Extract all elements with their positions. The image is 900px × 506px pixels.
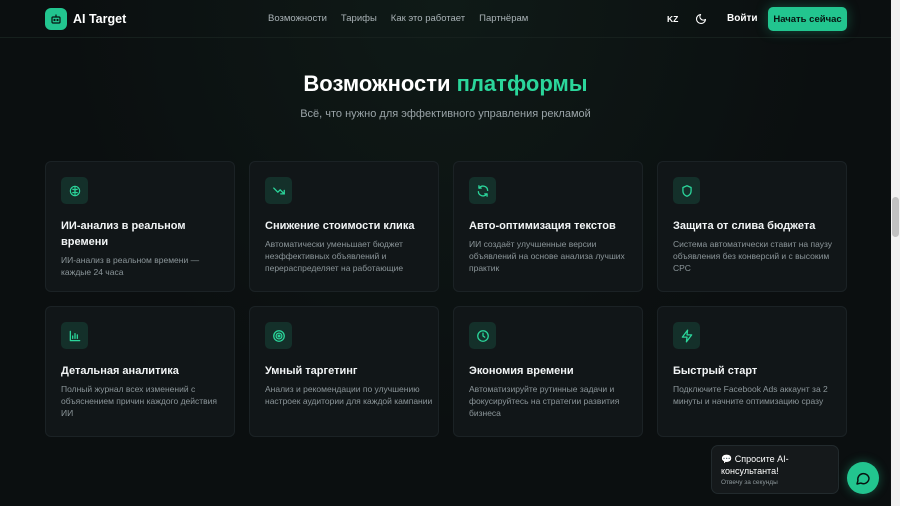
- feature-card-analytics: Детальная аналитика Полный журнал всех и…: [45, 306, 235, 437]
- feature-title: Снижение стоимости клика: [265, 220, 415, 232]
- feature-card-quick-start: Быстрый старт Подключите Facebook Ads ак…: [657, 306, 847, 437]
- nav-link-features[interactable]: Возможности: [268, 13, 327, 24]
- feature-title: Авто-оптимизация текстов: [469, 220, 616, 232]
- page: AI Target Возможности Тарифы Как это раб…: [0, 0, 891, 506]
- refresh-icon: [469, 177, 496, 204]
- target-icon: [265, 322, 292, 349]
- feature-description: Автоматизируйте рутинные задачи и фокуси…: [469, 384, 620, 418]
- feature-card-time-saving: Экономия времени Автоматизируйте рутинны…: [453, 306, 643, 437]
- feature-card-ai-analysis: ИИ-анализ в реальном времени ИИ-анализ в…: [45, 161, 235, 292]
- feature-title: Защита от слива бюджета: [673, 220, 816, 232]
- logo-text: AI Target: [73, 12, 127, 26]
- feature-card-budget-protection: Защита от слива бюджета Система автомати…: [657, 161, 847, 292]
- language-switch[interactable]: KZ: [667, 14, 678, 24]
- chat-prompt-subtext: Отвечу за секунды: [721, 479, 778, 486]
- nav-link-how-it-works[interactable]: Как это работает: [391, 13, 465, 24]
- section-title-accent: платформы: [456, 71, 588, 96]
- bar-chart-icon: [61, 322, 88, 349]
- chat-prompt-message: 💬 Спросите AI-консультанта!: [721, 454, 789, 476]
- feature-description: Подключите Facebook Ads аккаунт за 2 мин…: [673, 384, 828, 406]
- clock-icon: [469, 322, 496, 349]
- logo[interactable]: AI Target: [45, 8, 126, 30]
- feature-description: Анализ и рекомендации по улучшению настр…: [265, 384, 433, 406]
- chat-open-button[interactable]: [847, 462, 879, 494]
- feature-title: Экономия времени: [469, 365, 574, 377]
- start-now-button[interactable]: Начать сейчас: [768, 7, 847, 31]
- feature-description: ИИ-анализ в реальном времени — каждые 24…: [61, 255, 200, 277]
- chat-icon: [856, 472, 870, 485]
- shield-icon: [673, 177, 700, 204]
- nav-link-partners[interactable]: Партнёрам: [479, 13, 528, 24]
- feature-description: ИИ создаёт улучшенные версии объявлений …: [469, 239, 625, 273]
- feature-description: Полный журнал всех изменений с объяснени…: [61, 384, 218, 418]
- feature-title: Детальная аналитика: [61, 365, 179, 377]
- chat-prompt-bubble[interactable]: 💬 Спросите AI-консультанта! Отвечу за се…: [711, 445, 839, 494]
- login-button[interactable]: Войти: [727, 13, 758, 24]
- top-navbar: AI Target Возможности Тарифы Как это раб…: [0, 0, 891, 38]
- bot-icon: [45, 8, 67, 30]
- brain-icon: [61, 177, 88, 204]
- feature-title: ИИ-анализ в реальном времени: [61, 220, 186, 248]
- main-nav: Возможности Тарифы Как это работает Парт…: [268, 13, 528, 24]
- scrollbar-thumb[interactable]: [892, 197, 899, 237]
- moon-icon[interactable]: [695, 12, 707, 25]
- nav-link-pricing[interactable]: Тарифы: [341, 13, 377, 24]
- feature-description: Автоматически уменьшает бюджет неэффекти…: [265, 239, 404, 273]
- feature-title: Умный таргетинг: [265, 365, 358, 377]
- section-subtitle: Всё, что нужно для эффективного управлен…: [300, 108, 591, 120]
- feature-card-smart-targeting: Умный таргетинг Анализ и рекомендации по…: [249, 306, 439, 437]
- lightning-icon: [673, 322, 700, 349]
- feature-title: Быстрый старт: [673, 365, 758, 377]
- feature-card-text-optimization: Авто-оптимизация текстов ИИ создаёт улуч…: [453, 161, 643, 292]
- trending-down-icon: [265, 177, 292, 204]
- page-scrollbar[interactable]: [891, 0, 900, 506]
- section-title-main: Возможности: [303, 71, 457, 96]
- feature-card-cpc-reduction: Снижение стоимости клика Автоматически у…: [249, 161, 439, 292]
- feature-description: Система автоматически ставит на паузу об…: [673, 239, 833, 273]
- section-title: Возможности платформы: [0, 71, 891, 97]
